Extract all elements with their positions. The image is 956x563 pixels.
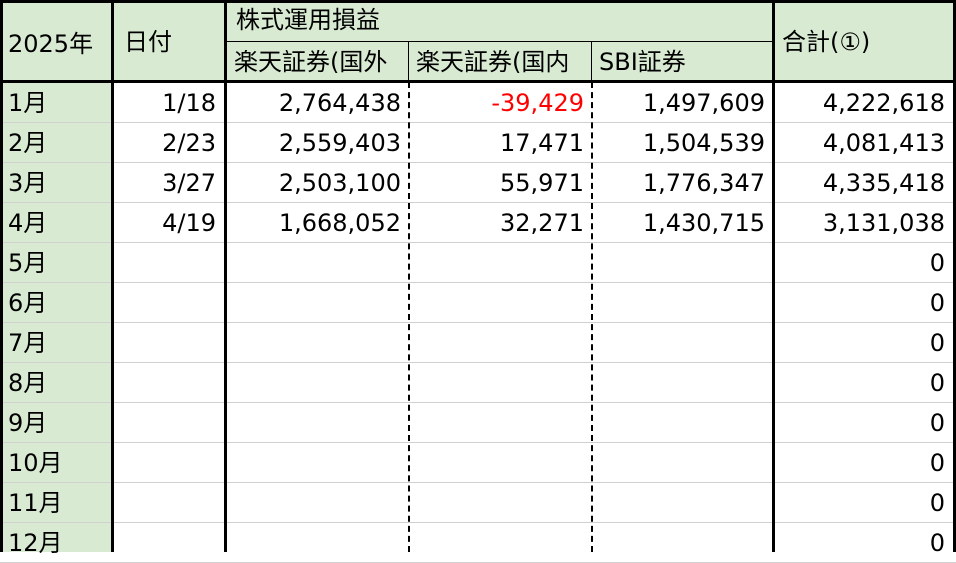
total-cell[interactable]: 0	[774, 483, 953, 523]
rakuten-domestic-cell[interactable]: 32,271	[409, 203, 592, 243]
date-cell[interactable]: 2/23	[113, 123, 224, 163]
border-top	[0, 0, 956, 3]
rakuten-domestic-cell[interactable]	[409, 443, 592, 483]
total-cell[interactable]: 0	[774, 403, 953, 443]
date-cell[interactable]	[113, 323, 224, 363]
date-cell[interactable]	[113, 243, 224, 283]
sbi-cell[interactable]	[592, 243, 773, 283]
total-cell[interactable]: 4,222,618	[774, 83, 953, 123]
rakuten-foreign-cell[interactable]	[226, 483, 409, 523]
rakuten-domestic-cell[interactable]: 55,971	[409, 163, 592, 203]
total-cell[interactable]: 4,335,418	[774, 163, 953, 203]
header-year-label: 2025年	[8, 30, 94, 58]
total-cell[interactable]: 0	[774, 363, 953, 403]
month-cell[interactable]: 5月	[0, 243, 111, 283]
date-cell[interactable]	[113, 443, 224, 483]
rakuten-foreign-cell[interactable]: 2,503,100	[226, 163, 409, 203]
rakuten-foreign-cell[interactable]: 2,764,438	[226, 83, 409, 123]
date-cell[interactable]: 1/18	[113, 83, 224, 123]
rakuten-domestic-cell[interactable]: -39,429	[409, 83, 592, 123]
sbi-cell[interactable]	[592, 283, 773, 323]
total-cell[interactable]: 3,131,038	[774, 203, 953, 243]
rakuten-foreign-cell[interactable]	[226, 323, 409, 363]
sbi-cell[interactable]: 1,497,609	[592, 83, 773, 123]
month-cell[interactable]: 9月	[0, 403, 111, 443]
total-cell[interactable]: 0	[774, 283, 953, 323]
rakuten-domestic-cell[interactable]: 17,471	[409, 123, 592, 163]
rakuten-domestic-cell[interactable]	[409, 483, 592, 523]
total-cell[interactable]: 0	[774, 443, 953, 483]
date-cell[interactable]: 3/27	[113, 163, 224, 203]
rakuten-foreign-cell[interactable]	[226, 523, 409, 563]
rakuten-foreign-cell[interactable]	[226, 403, 409, 443]
header-total-label: 合計(①)	[782, 28, 871, 56]
border-header-rf-rd	[408, 42, 409, 82]
date-cell[interactable]	[113, 363, 224, 403]
rakuten-foreign-cell[interactable]	[226, 363, 409, 403]
header-rakuten-domestic-label: 楽天証券(国内	[416, 50, 570, 74]
sbi-cell[interactable]: 1,504,539	[592, 123, 773, 163]
border-after-rakuten-foreign	[408, 82, 410, 552]
month-cell[interactable]: 11月	[0, 483, 111, 523]
rakuten-foreign-cell[interactable]: 1,668,052	[226, 203, 409, 243]
total-cell[interactable]: 0	[774, 243, 953, 283]
total-cell[interactable]: 0	[774, 523, 953, 563]
total-cell[interactable]: 4,081,413	[774, 123, 953, 163]
sbi-cell[interactable]	[592, 523, 773, 563]
month-cell[interactable]: 6月	[0, 283, 111, 323]
date-cell[interactable]	[113, 403, 224, 443]
month-cell[interactable]: 3月	[0, 163, 111, 203]
rakuten-domestic-cell[interactable]	[409, 323, 592, 363]
sbi-cell[interactable]	[592, 443, 773, 483]
month-cell[interactable]: 1月	[0, 83, 111, 123]
rakuten-domestic-cell[interactable]	[409, 243, 592, 283]
sbi-cell[interactable]: 1,776,347	[592, 163, 773, 203]
border-under-group	[226, 41, 774, 42]
month-cell[interactable]: 7月	[0, 323, 111, 363]
rakuten-foreign-cell[interactable]	[226, 283, 409, 323]
rakuten-domestic-cell[interactable]	[409, 283, 592, 323]
header-rakuten-foreign-label: 楽天証券(国外	[234, 50, 388, 74]
border-header-rd-sbi	[591, 42, 592, 82]
sbi-cell[interactable]	[592, 483, 773, 523]
total-cell[interactable]: 0	[774, 323, 953, 363]
month-cell[interactable]: 8月	[0, 363, 111, 403]
month-cell[interactable]: 2月	[0, 123, 111, 163]
header-date-label: 日付	[124, 28, 172, 56]
month-cell[interactable]: 12月	[0, 523, 111, 563]
sbi-cell[interactable]: 1,430,715	[592, 203, 773, 243]
date-cell[interactable]: 4/19	[113, 203, 224, 243]
rakuten-domestic-cell[interactable]	[409, 523, 592, 563]
rakuten-foreign-cell[interactable]	[226, 443, 409, 483]
rakuten-domestic-cell[interactable]	[409, 403, 592, 443]
border-after-rakuten-domestic	[591, 82, 593, 552]
rakuten-domestic-cell[interactable]	[409, 363, 592, 403]
sbi-cell[interactable]	[592, 403, 773, 443]
sbi-cell[interactable]	[592, 363, 773, 403]
sbi-cell[interactable]	[592, 323, 773, 363]
month-cell[interactable]: 10月	[0, 443, 111, 483]
header-group-label: 株式運用損益	[236, 6, 380, 34]
border-under-header	[0, 80, 956, 83]
header-sbi-label: SBI証券	[599, 48, 686, 76]
date-cell[interactable]	[113, 483, 224, 523]
date-cell[interactable]	[113, 523, 224, 563]
spreadsheet: 2025年 日付 株式運用損益 楽天証券(国外 楽天証券(国内 SBI証券 合計…	[0, 0, 956, 563]
rakuten-foreign-cell[interactable]	[226, 243, 409, 283]
rakuten-foreign-cell[interactable]: 2,559,403	[226, 123, 409, 163]
month-cell[interactable]: 4月	[0, 203, 111, 243]
date-cell[interactable]	[113, 283, 224, 323]
